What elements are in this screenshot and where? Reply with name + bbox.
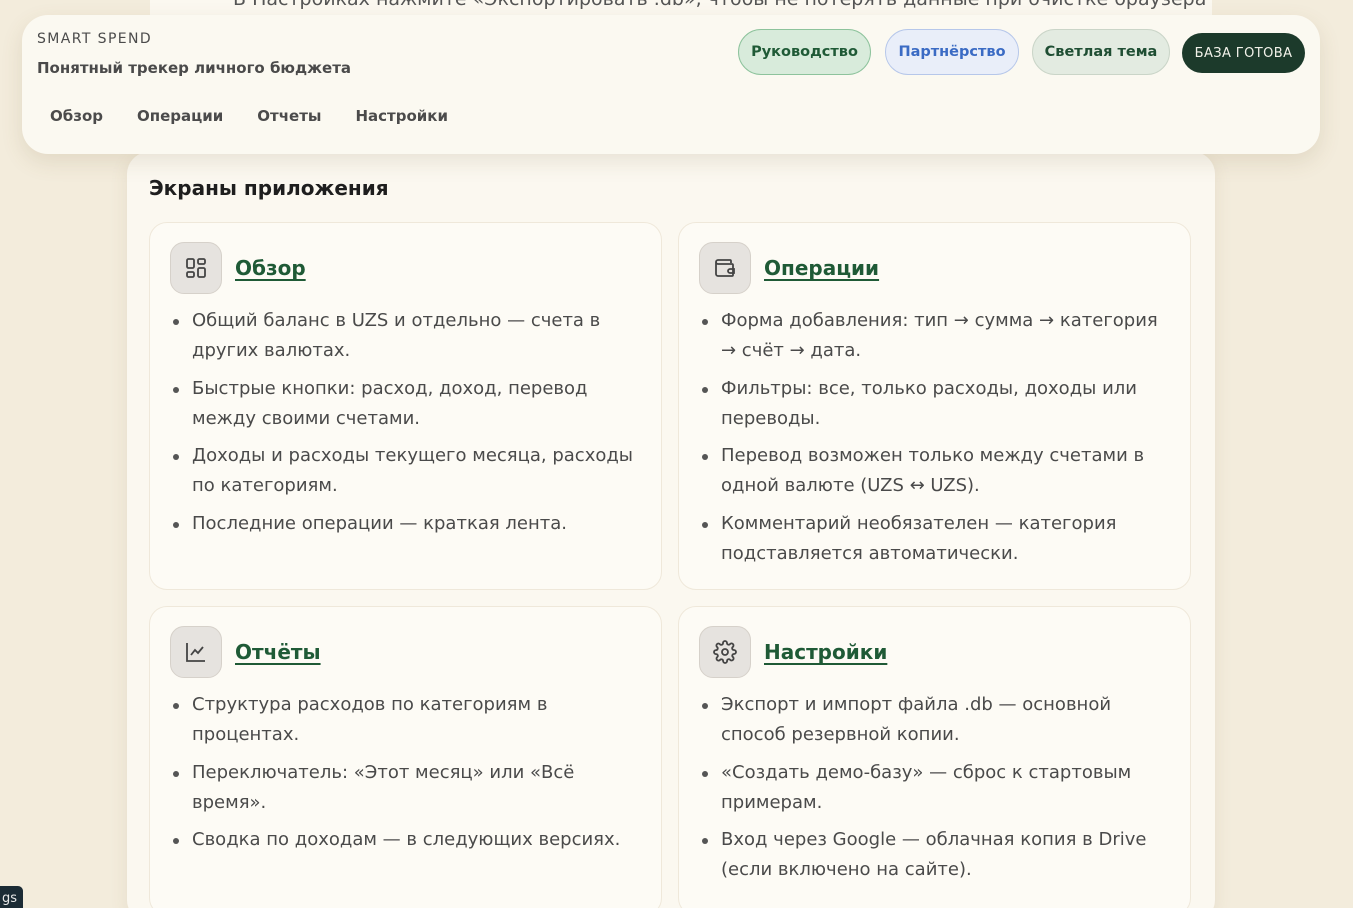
card-list-operations: Форма добавления: тип → сумма → категори… [702, 306, 1178, 576]
corner-tooltip-chip: gs [0, 886, 23, 908]
list-item: Сводка по доходам — в следующих версиях. [173, 825, 649, 855]
list-item: «Создать демо-базу» — сброс к стартовым … [702, 758, 1178, 818]
card-title-reports[interactable]: Отчёты [235, 640, 321, 664]
card-title-overview[interactable]: Обзор [235, 256, 306, 280]
list-item: Доходы и расходы текущего месяца, расход… [173, 441, 649, 501]
list-item: Фильтры: все, только расходы, доходы или… [702, 374, 1178, 434]
dashboard-icon [170, 242, 222, 294]
line-chart-icon [170, 626, 222, 678]
guide-button[interactable]: Руководство [738, 29, 871, 75]
list-item: Структура расходов по категориям в проце… [173, 690, 649, 750]
theme-toggle-button[interactable]: Светлая тема [1032, 29, 1170, 75]
brand-tagline: Понятный трекер личного бюджета [37, 59, 352, 77]
card-settings: Настройки Экспорт и импорт файла .db — о… [678, 606, 1191, 908]
brand-name: SMART SPEND [37, 31, 153, 47]
list-item: Форма добавления: тип → сумма → категори… [702, 306, 1178, 366]
card-list-reports: Структура расходов по категориям в проце… [173, 690, 649, 863]
card-title-operations[interactable]: Операции [764, 256, 879, 280]
list-item: Переключатель: «Этот месяц» или «Всё вре… [173, 758, 649, 818]
partner-button[interactable]: Партнёрство [885, 29, 1019, 75]
card-list-overview: Общий баланс в UZS и отдельно — счета в … [173, 306, 649, 546]
card-overview: Обзор Общий баланс в UZS и отдельно — сч… [149, 222, 662, 590]
nav-item-settings[interactable]: Настройки [355, 107, 448, 125]
list-item: Общий баланс в UZS и отдельно — счета в … [173, 306, 649, 366]
nav-item-reports[interactable]: Отчеты [257, 107, 321, 125]
screens-panel: Экраны приложения Обзор Общий баланс в U… [127, 152, 1215, 908]
list-item: Последние операции — краткая лента. [173, 509, 649, 539]
list-item: Комментарий необязателен — категория под… [702, 509, 1178, 569]
wallet-icon [699, 242, 751, 294]
list-item: Перевод возможен только между счетами в … [702, 441, 1178, 501]
card-title-settings[interactable]: Настройки [764, 640, 887, 664]
panel-title: Экраны приложения [149, 176, 389, 200]
card-operations: Операции Форма добавления: тип → сумма →… [678, 222, 1191, 590]
main-nav: Обзор Операции Отчеты Настройки [50, 107, 448, 125]
db-status-badge: БАЗА ГОТОВА [1182, 33, 1305, 73]
background-partial-text: В Настройках нажмите «Экспортировать .db… [233, 0, 1212, 10]
card-list-settings: Экспорт и импорт файла .db — основной сп… [702, 690, 1178, 893]
nav-item-operations[interactable]: Операции [137, 107, 223, 125]
list-item: Вход через Google — облачная копия в Dri… [702, 825, 1178, 885]
card-reports: Отчёты Структура расходов по категориям … [149, 606, 662, 908]
list-item: Экспорт и импорт файла .db — основной сп… [702, 690, 1178, 750]
gear-icon [699, 626, 751, 678]
list-item: Быстрые кнопки: расход, доход, перевод м… [173, 374, 649, 434]
app-header: SMART SPEND Понятный трекер личного бюдж… [22, 15, 1320, 154]
nav-item-overview[interactable]: Обзор [50, 107, 103, 125]
